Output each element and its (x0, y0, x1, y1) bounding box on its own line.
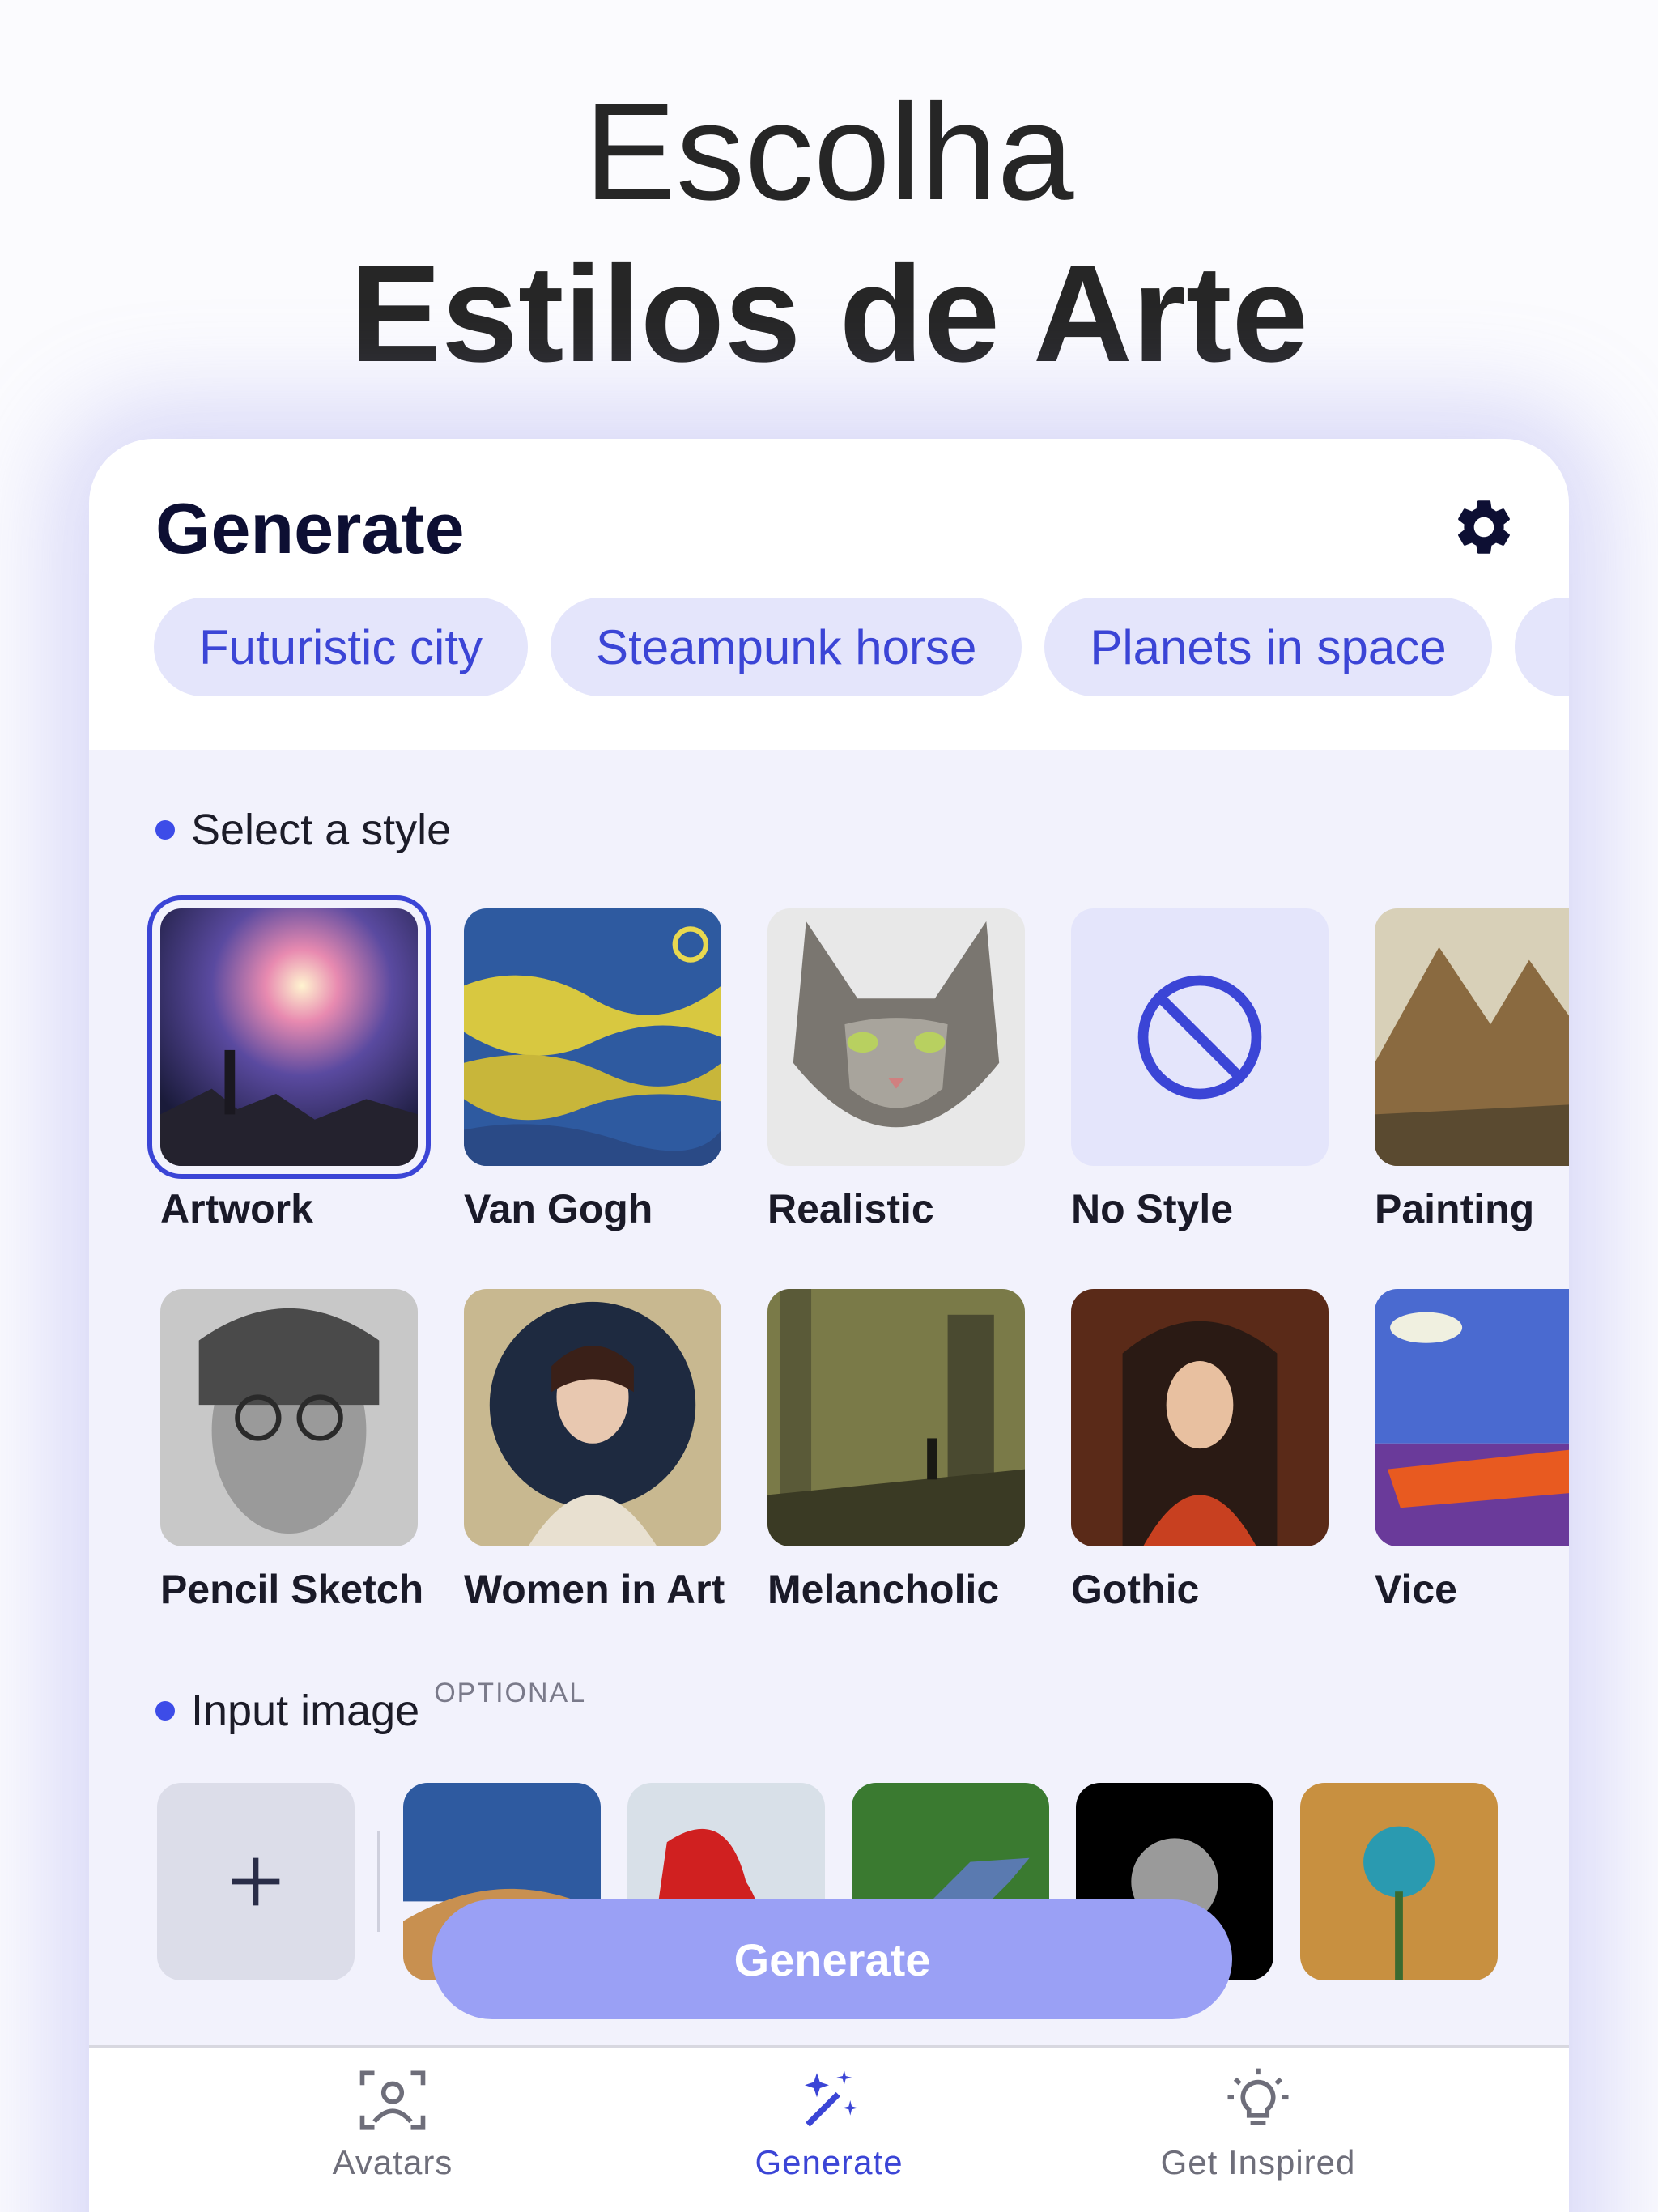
style-label: Realistic (767, 1186, 934, 1231)
realistic-thumbnail (767, 908, 1025, 1166)
vice-thumbnail (1375, 1289, 1569, 1546)
sample-image-flower[interactable] (1300, 1783, 1498, 1980)
style-label: Painting (1375, 1186, 1535, 1231)
page-title: Generate (155, 488, 465, 568)
plus-icon (232, 1857, 280, 1906)
style-melancholic[interactable]: Melancholic (767, 1289, 1025, 1613)
input-image-heading: Input image OPTIONAL (155, 1678, 586, 1736)
nav-item-generate[interactable]: Generate (683, 2064, 975, 2182)
bullet-dot (155, 820, 175, 840)
style-van-gogh[interactable]: Van Gogh (464, 908, 721, 1232)
style-no-style[interactable]: No Style (1071, 908, 1329, 1232)
ban-icon (1137, 975, 1262, 1100)
melancholic-thumbnail (767, 1289, 1025, 1546)
nav-item-avatars[interactable]: Avatars (247, 2064, 538, 2182)
lightbulb-icon (1227, 2068, 1289, 2125)
prompt-chip[interactable]: Planets in space (1044, 598, 1492, 696)
style-pencil-sketch[interactable]: Pencil Sketch (160, 1289, 424, 1613)
style-label: No Style (1071, 1186, 1234, 1231)
style-label: Artwork (160, 1186, 313, 1231)
pencil-sketch-thumbnail (160, 1289, 418, 1546)
style-gothic[interactable]: Gothic (1071, 1289, 1329, 1613)
generate-button[interactable]: Generate (432, 1899, 1232, 2019)
prompt-chip[interactable]: Steampunk horse (551, 598, 1022, 696)
style-label: Women in Art (464, 1567, 725, 1612)
select-style-label: Select a style (191, 806, 452, 854)
style-women-in-art[interactable]: Women in Art (464, 1289, 725, 1613)
headline-line-2: Estilos de Arte (349, 237, 1309, 391)
app-screen: Generate Futuristic city Steampunk horse… (89, 439, 1569, 2212)
input-image-label: Input image (191, 1687, 420, 1735)
style-label: Pencil Sketch (160, 1567, 424, 1612)
style-realistic[interactable]: Realistic (767, 908, 1025, 1232)
nav-label: Avatars (332, 2143, 453, 2181)
avatar-scan-icon (359, 2070, 426, 2130)
nav-item-get-inspired[interactable]: Get Inspired (1112, 2064, 1404, 2182)
top-section: Generate Futuristic city Steampunk horse… (89, 439, 1569, 750)
style-painting[interactable]: Painting (1375, 908, 1569, 1232)
divider (377, 1831, 380, 1932)
style-label: Van Gogh (464, 1186, 653, 1231)
select-style-heading: Select a style (155, 805, 451, 855)
bullet-dot (155, 1701, 175, 1721)
van-gogh-thumbnail (464, 908, 721, 1166)
bottom-nav: Avatars Generate Get Inspired (89, 2045, 1569, 2212)
prompt-chip-partial[interactable] (1514, 598, 1569, 696)
nav-label: Generate (755, 2143, 903, 2181)
style-label: Gothic (1071, 1567, 1200, 1612)
artwork-thumbnail (147, 895, 431, 1179)
optional-badge: OPTIONAL (434, 1677, 587, 1708)
style-label: Melancholic (767, 1567, 1000, 1612)
prompt-chip[interactable]: Futuristic city (154, 598, 529, 696)
women-in-art-thumbnail (464, 1289, 721, 1546)
add-image-button[interactable] (157, 1783, 355, 1980)
style-artwork[interactable]: Artwork (147, 895, 431, 1232)
no-style-thumbnail (1071, 908, 1329, 1166)
prompt-chips: Futuristic city Steampunk horse Planets … (154, 598, 1569, 696)
painting-thumbnail (1375, 908, 1569, 1166)
gothic-thumbnail (1071, 1289, 1329, 1546)
gear-icon[interactable] (1451, 494, 1517, 560)
nav-label: Get Inspired (1160, 2143, 1356, 2181)
style-label: Vice (1375, 1567, 1457, 1612)
headline-line-1: Escolha (584, 75, 1074, 229)
style-vice[interactable]: Vice (1375, 1289, 1569, 1613)
magic-wand-icon (805, 2069, 858, 2127)
